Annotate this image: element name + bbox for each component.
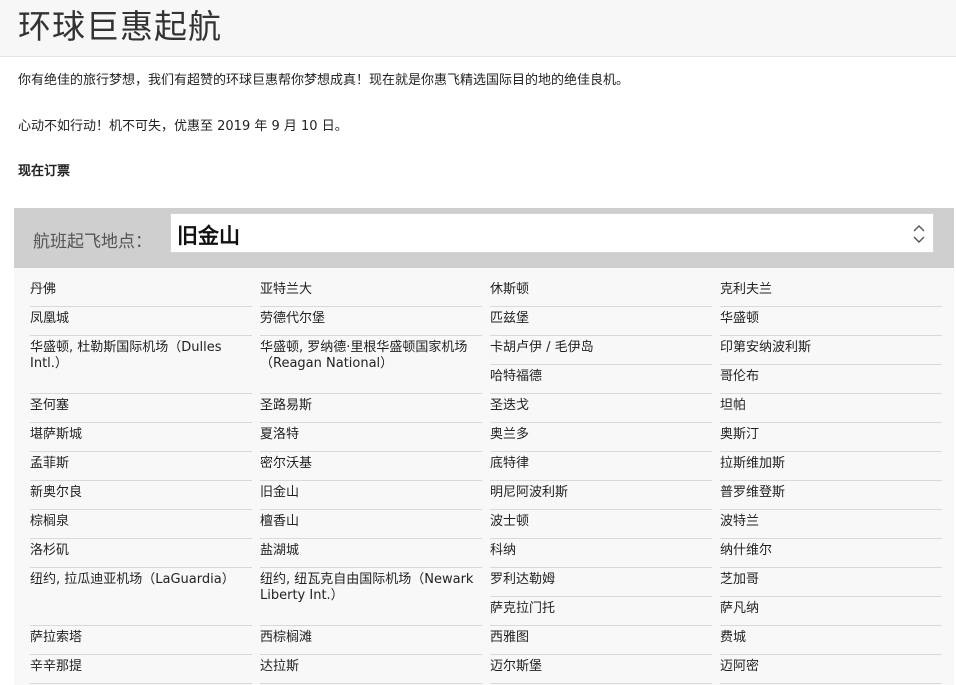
page-title: 环球巨惠起航 <box>18 7 222 46</box>
city-item[interactable]: 纽约, 纽瓦克自由国际机场（Newark Liberty Int.） <box>260 568 482 626</box>
deadline-text: 心动不如行动！机不可失，优惠至 2019 年 9 月 10 日。 <box>18 119 348 134</box>
city-item[interactable]: 哈特福德 <box>490 365 712 394</box>
city-item[interactable]: 亚特兰大 <box>260 278 482 307</box>
city-item[interactable]: 洛杉矶 <box>30 539 252 568</box>
city-item[interactable]: 拉斯维加斯 <box>720 452 942 481</box>
city-item[interactable]: 迈尔斯堡 <box>490 655 712 684</box>
city-item[interactable]: 棕榈泉 <box>30 510 252 539</box>
city-item[interactable]: 圣迭戈 <box>490 394 712 423</box>
city-item[interactable]: 华盛顿 <box>720 307 942 336</box>
city-item[interactable]: 迈阿密 <box>720 655 942 684</box>
city-item[interactable]: 夏洛特 <box>260 423 482 452</box>
city-item[interactable]: 萨拉索塔 <box>30 626 252 655</box>
book-now-link[interactable]: 现在订票 <box>18 160 70 179</box>
city-item[interactable]: 新奥尔良 <box>30 481 252 510</box>
city-item[interactable]: 密尔沃基 <box>260 452 482 481</box>
city-item[interactable]: 辛辛那提 <box>30 655 252 684</box>
intro-text: 你有绝佳的旅行梦想，我们有超赞的环球巨惠帮你梦想成真！现在就是你惠飞精选国际目的… <box>18 73 630 88</box>
city-item[interactable]: 卡胡卢伊 / 毛伊岛 <box>490 336 712 365</box>
city-grid: 丹佛 亚特兰大 休斯顿 克利夫兰凤凰城 劳德代尔堡 匹兹堡 华盛顿华盛顿, 杜勒斯国际机场（… <box>30 278 944 684</box>
city-item[interactable]: 萨凡纳 <box>720 597 942 626</box>
city-item[interactable]: 罗利达勒姆 <box>490 568 712 597</box>
city-item[interactable]: 旧金山 <box>260 481 482 510</box>
city-item[interactable]: 西棕榈滩 <box>260 626 482 655</box>
city-item[interactable]: 纽约, 拉瓜迪亚机场（LaGuardia） <box>30 568 252 626</box>
city-item[interactable]: 奥斯汀 <box>720 423 942 452</box>
city-item[interactable]: 纳什维尔 <box>720 539 942 568</box>
destination-city-list: 丹佛 亚特兰大 休斯顿 克利夫兰凤凰城 劳德代尔堡 匹兹堡 华盛顿华盛顿, 杜勒斯国际机场（… <box>14 268 954 685</box>
city-item[interactable]: 华盛顿, 罗纳德·里根华盛顿国家机场（Reagan National） <box>260 336 482 394</box>
city-item[interactable]: 普罗维登斯 <box>720 481 942 510</box>
city-item[interactable]: 萨克拉门托 <box>490 597 712 626</box>
city-item[interactable]: 明尼阿波利斯 <box>490 481 712 510</box>
origin-select[interactable]: 旧金山 <box>170 213 934 253</box>
city-item[interactable]: 芝加哥 <box>720 568 942 597</box>
city-item[interactable]: 克利夫兰 <box>720 278 942 307</box>
city-item[interactable]: 堪萨斯城 <box>30 423 252 452</box>
city-item[interactable]: 匹兹堡 <box>490 307 712 336</box>
city-item[interactable]: 劳德代尔堡 <box>260 307 482 336</box>
city-item[interactable]: 坦帕 <box>720 394 942 423</box>
city-item[interactable]: 波特兰 <box>720 510 942 539</box>
updown-chevron-icon <box>913 225 925 243</box>
origin-label: 航班起飞地点： <box>33 232 152 252</box>
city-item[interactable]: 休斯顿 <box>490 278 712 307</box>
city-item[interactable]: 科纳 <box>490 539 712 568</box>
city-item[interactable]: 丹佛 <box>30 278 252 307</box>
city-item[interactable]: 檀香山 <box>260 510 482 539</box>
city-item[interactable]: 孟菲斯 <box>30 452 252 481</box>
city-item[interactable]: 哥伦布 <box>720 365 942 394</box>
city-item[interactable]: 盐湖城 <box>260 539 482 568</box>
origin-selected-value: 旧金山 <box>177 224 240 248</box>
city-item[interactable]: 印第安纳波利斯 <box>720 336 942 365</box>
city-item[interactable]: 圣路易斯 <box>260 394 482 423</box>
city-item[interactable]: 奥兰多 <box>490 423 712 452</box>
city-item[interactable]: 凤凰城 <box>30 307 252 336</box>
page-header: 环球巨惠起航 <box>0 0 956 57</box>
city-item[interactable]: 西雅图 <box>490 626 712 655</box>
city-item[interactable]: 圣何塞 <box>30 394 252 423</box>
city-item[interactable]: 达拉斯 <box>260 655 482 684</box>
city-item[interactable]: 波士顿 <box>490 510 712 539</box>
city-item[interactable]: 费城 <box>720 626 942 655</box>
origin-selector-panel: 航班起飞地点： 旧金山 <box>14 208 954 268</box>
city-item[interactable]: 底特律 <box>490 452 712 481</box>
city-item[interactable]: 华盛顿, 杜勒斯国际机场（Dulles Intl.） <box>30 336 252 394</box>
